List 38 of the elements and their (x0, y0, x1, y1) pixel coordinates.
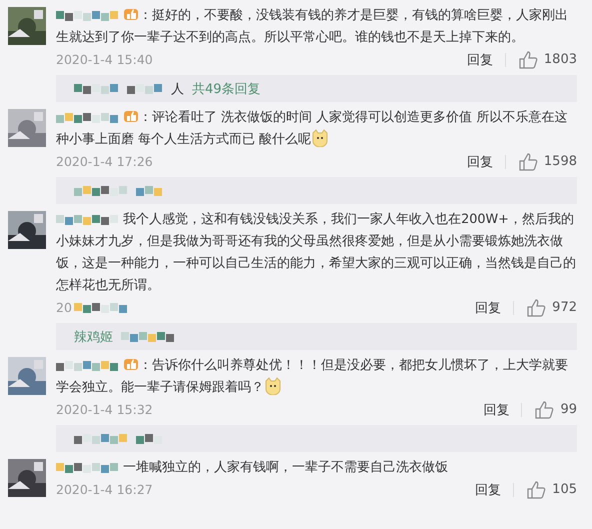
mosaic-drawing (121, 332, 175, 342)
like-count: 1803 (544, 52, 577, 67)
reply-author-text: 人 (171, 80, 184, 98)
thumbs-up-icon[interactable] (518, 50, 538, 68)
thumbs-up-icon[interactable] (526, 298, 546, 316)
timestamp: 2020-1-4 17:26 (56, 154, 153, 169)
thumbs-up-icon[interactable] (534, 400, 554, 418)
mosaic-drawing (74, 84, 119, 94)
like-count: 1598 (544, 154, 577, 169)
thumbs-up-icon[interactable] (526, 480, 546, 498)
mosaic-drawing (56, 10, 119, 20)
timestamp: 2020-1-4 16:27 (56, 482, 153, 497)
reply-button[interactable]: 回复 (475, 298, 502, 316)
timestamp: 2020-1-4 15:40 (56, 52, 153, 67)
reply-button[interactable]: 回复 (475, 480, 502, 498)
mosaic-drawing (56, 462, 119, 472)
timestamp: 2020-1-4 15:32 (56, 402, 153, 417)
comment-text: 一堆喊独立的，人家有钱啊，一辈子不需要自己洗衣做饭 (56, 457, 577, 479)
reply-button[interactable]: 回复 (466, 50, 493, 68)
mosaic-drawing (74, 186, 128, 196)
mosaic-drawing (136, 434, 163, 444)
mosaic-drawing (56, 360, 119, 370)
comment-text: ：告诉你什么叫养尊处优！！！但是没必要，都把女儿惯坏了，上大学就要学会独立。能一辈子请保姆跟着吗？ (56, 356, 570, 397)
like-count: 99 (560, 402, 577, 417)
comment-text: ：挺好的，不要酸，没钱装有钱的养才是巨婴，有钱的算啥巨婴，人家刚出生就达到了你一辈子达不到的高点。所以平常心吧。谁的钱也不是天上掉下来的。 (56, 6, 570, 47)
comment-text: ：评论看吐了 洗衣做饭的时间 人家觉得可以创造更多价值 所以不乐意在这种小事上面磨 每个人生活方式而已 酸什么呢 (56, 108, 568, 149)
thumbs-up-icon[interactable] (518, 152, 538, 170)
mosaic-drawing (56, 214, 119, 224)
like-count: 105 (552, 482, 577, 497)
timestamp: 20 (56, 300, 72, 315)
reply-button[interactable]: 回复 (466, 152, 493, 170)
comment-text: 我个人感觉，这和有钱没钱没关系，我们一家人年收入也在200W+，然后我的小妹妹才九岁，但是我做为哥哥还有我的父母虽然很疼爱她，但是从小需要锻炼她洗衣做饭，这是一种能力，一种可以自己生活的能力，希望大家的三观可以正确，当然钱是自己的怎样花也无所谓。 (56, 211, 577, 295)
reply-button[interactable]: 回复 (483, 400, 510, 418)
mosaic-drawing (74, 434, 128, 444)
mosaic-drawing (136, 186, 163, 196)
mosaic-drawing (56, 112, 119, 122)
like-count: 972 (552, 300, 577, 315)
mosaic-drawing (127, 84, 163, 94)
